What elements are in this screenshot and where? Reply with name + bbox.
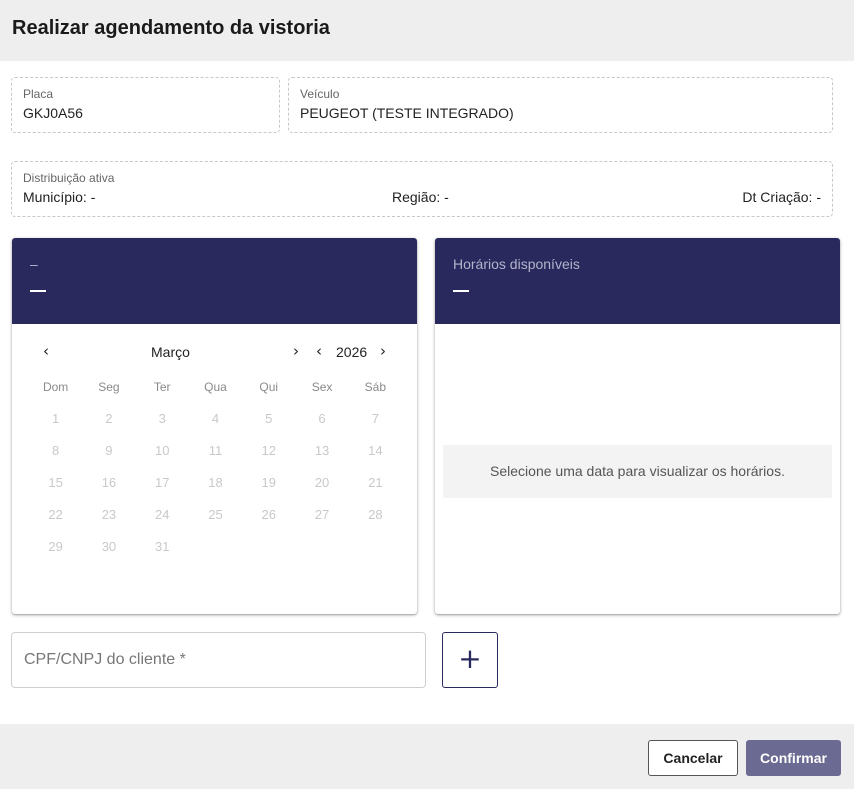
calendar-day: 24 <box>154 507 170 522</box>
calendar-week-row: 15 16 17 18 19 20 21 <box>29 471 402 503</box>
dt-criacao-value: Dt Criação: - <box>742 189 821 205</box>
calendar-day: 6 <box>318 411 326 426</box>
calendar-day: 5 <box>265 411 273 426</box>
month-label: Março <box>151 344 190 360</box>
selected-date-label: – <box>30 256 38 272</box>
available-hours-card: Horários disponíveis Selecione uma data … <box>435 238 840 614</box>
calendar-week-row: 8 9 10 11 12 13 14 <box>29 439 402 471</box>
weekday-label: Seg <box>98 380 120 394</box>
calendar-card: – ‹ Março › ‹ 2026 › Dom Seg Ter Qua Qui… <box>12 238 417 614</box>
calendar-day: 23 <box>101 507 117 522</box>
hours-placeholder <box>453 290 469 292</box>
placa-field: Placa GKJ0A56 <box>11 77 280 133</box>
municipio-value: Município: - <box>23 189 96 205</box>
calendar-banner: – <box>12 238 417 324</box>
weekday-label: Ter <box>153 380 171 394</box>
add-client-button[interactable]: + <box>442 632 498 688</box>
weekday-label: Qui <box>259 380 279 394</box>
calendar-day: 15 <box>48 475 63 490</box>
confirm-button[interactable]: Confirmar <box>746 740 841 776</box>
calendar-week-row: 22 23 24 25 26 27 28 <box>29 503 402 535</box>
calendar-day: 29 <box>48 539 63 554</box>
calendar-day: 10 <box>154 443 170 458</box>
calendar-day: 4 <box>211 411 220 426</box>
weekday-label: Sex <box>311 380 333 394</box>
calendar-week-row: 1 2 3 4 5 6 7 <box>29 407 402 439</box>
calendar-day: 3 <box>158 411 166 426</box>
selected-date-placeholder <box>30 290 46 292</box>
hours-empty-message: Selecione uma data para visualizar os ho… <box>443 445 832 498</box>
calendar-day: 31 <box>155 539 170 554</box>
calendar-day: 26 <box>261 507 276 522</box>
weekday-header-row: Dom Seg Ter Qua Qui Sex Sáb <box>29 375 402 407</box>
year-label: 2026 <box>336 344 368 360</box>
cancel-button[interactable]: Cancelar <box>648 740 738 776</box>
calendar-day: 8 <box>52 443 60 458</box>
placa-label: Placa <box>23 87 54 101</box>
weekday-label: Qua <box>204 380 227 394</box>
next-month-chevron-icon[interactable]: › <box>289 344 303 359</box>
calendar-day: 7 <box>371 411 379 426</box>
dialog-header: Realizar agendamento da vistoria <box>0 0 854 61</box>
calendar-day: 30 <box>101 539 117 554</box>
cpf-cnpj-input[interactable] <box>11 632 426 688</box>
plus-icon: + <box>458 642 482 675</box>
calendar-day: 20 <box>314 475 330 490</box>
calendar-day: 25 <box>208 507 223 522</box>
calendar-day: 13 <box>314 443 330 458</box>
calendar-day: 14 <box>368 443 383 458</box>
calendar-day: 28 <box>368 507 383 522</box>
veiculo-label: Veículo <box>300 87 340 101</box>
regiao-value: Região: - <box>392 189 449 205</box>
calendar-day: 21 <box>368 475 383 490</box>
calendar-day: 22 <box>48 507 63 522</box>
prev-month-chevron-icon[interactable]: ‹ <box>39 344 53 359</box>
weekday-label: Sáb <box>364 380 386 394</box>
calendar-grid: Dom Seg Ter Qua Qui Sex Sáb 1 2 3 4 5 6 … <box>29 375 402 567</box>
placa-value: GKJ0A56 <box>23 105 83 121</box>
calendar-day: 18 <box>208 475 223 490</box>
calendar-day: 11 <box>208 443 223 458</box>
distribuicao-field: Distribuição ativa Município: - Região: … <box>11 161 833 217</box>
veiculo-field: Veículo PEUGEOT (TESTE INTEGRADO) <box>288 77 833 133</box>
calendar-day: 9 <box>105 443 113 458</box>
calendar-day: 16 <box>101 475 117 490</box>
hours-banner: Horários disponíveis <box>435 238 840 324</box>
weekday-label: Dom <box>42 380 69 394</box>
calendar-day: 27 <box>314 507 330 522</box>
calendar-day: 17 <box>154 475 170 490</box>
calendar-week-row: 29 30 31 <box>29 535 402 567</box>
hours-title: Horários disponíveis <box>453 256 580 272</box>
next-year-chevron-icon[interactable]: › <box>376 344 390 359</box>
calendar-day: 12 <box>261 443 276 458</box>
calendar-day: 2 <box>105 411 113 426</box>
calendar-day: 1 <box>52 411 60 426</box>
prev-year-chevron-icon[interactable]: ‹ <box>312 344 326 359</box>
calendar-day: 19 <box>261 475 276 490</box>
veiculo-value: PEUGEOT (TESTE INTEGRADO) <box>300 105 514 121</box>
dialog-title: Realizar agendamento da vistoria <box>12 17 330 39</box>
distribuicao-label: Distribuição ativa <box>23 171 115 185</box>
